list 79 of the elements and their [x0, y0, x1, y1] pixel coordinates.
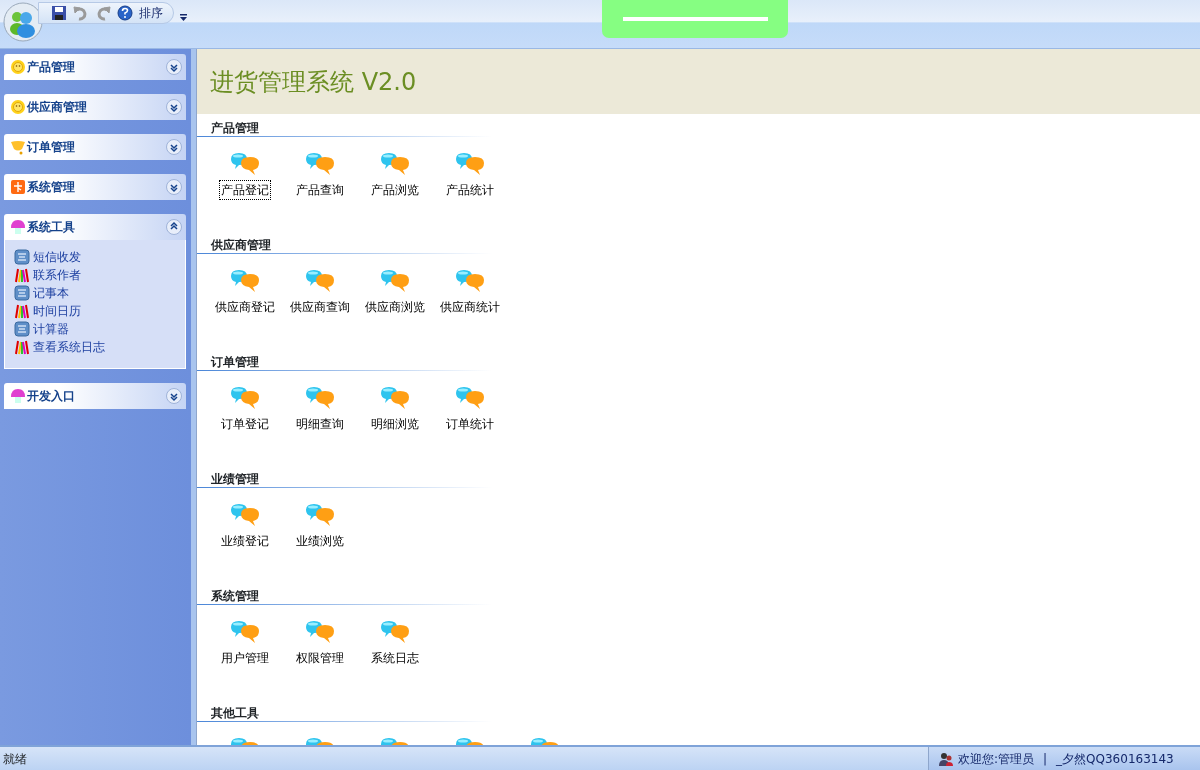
app-shortcut[interactable]: 产品登记 [207, 151, 282, 200]
app-shortcut[interactable]: 订单统计 [432, 385, 507, 434]
section-heading: 业绩管理 [211, 471, 260, 487]
app-shortcut[interactable]: 供应商统计 [432, 268, 507, 317]
sidebar-item[interactable]: 短信收发 [14, 248, 185, 266]
panel-header[interactable]: 系统管理 [4, 174, 186, 200]
customize-dropdown-icon[interactable] [180, 13, 187, 22]
section-heading: 系统管理 [211, 588, 260, 604]
color-bars-icon [14, 303, 30, 319]
chat-bubbles-icon [453, 151, 486, 177]
app-shortcut[interactable]: 系统日志 [357, 619, 432, 668]
app-title: 进货管理系统 V2.0 [210, 66, 417, 98]
sort-button[interactable]: 排序 [139, 4, 163, 22]
panel-header[interactable]: 系统工具 [4, 214, 186, 240]
chat-bubbles-icon [228, 151, 261, 177]
app-shortcut[interactable]: 订单登记 [207, 385, 282, 434]
users-icon [939, 751, 953, 766]
chat-bubbles-icon [378, 385, 411, 411]
app-shortcut[interactable]: 明细查询 [282, 385, 357, 434]
color-bars-icon [14, 339, 30, 355]
app-shortcut[interactable]: 业绩登记 [207, 502, 282, 551]
app-shortcut[interactable]: 供应商浏览 [357, 268, 432, 317]
mushroom-icon [10, 219, 26, 235]
chat-bubbles-icon [228, 502, 261, 528]
sidebar-item[interactable]: 记事本 [14, 284, 185, 302]
help-icon[interactable] [117, 5, 133, 21]
color-bars-icon [14, 267, 30, 283]
sidebar-item[interactable]: 时间日历 [14, 302, 185, 320]
section-heading: 订单管理 [211, 354, 260, 370]
app-shortcut[interactable]: 明细浏览 [357, 385, 432, 434]
mushroom-icon [10, 388, 26, 404]
app-shortcut[interactable]: 产品统计 [432, 151, 507, 200]
save-icon[interactable] [51, 5, 67, 21]
app-shortcut[interactable]: 业绩浏览 [282, 502, 357, 551]
chat-bubbles-icon [303, 385, 336, 411]
tool-icon [14, 321, 30, 337]
sidebar-item[interactable]: 查看系统日志 [14, 338, 185, 356]
chat-bubbles-icon [303, 151, 336, 177]
app-shortcut[interactable]: 供应商登记 [207, 268, 282, 317]
app-shortcut[interactable]: 用户管理 [207, 619, 282, 668]
app-shortcut[interactable]: 产品浏览 [357, 151, 432, 200]
tool-icon [14, 285, 30, 301]
bell-icon [10, 139, 26, 155]
chat-bubbles-icon [453, 268, 486, 294]
panel-header[interactable]: 开发入口 [4, 383, 186, 409]
chat-bubbles-icon [303, 268, 336, 294]
app-shortcut[interactable]: 供应商查询 [282, 268, 357, 317]
panel-header[interactable]: 供应商管理 [4, 94, 186, 120]
expand-icon[interactable] [166, 139, 182, 155]
collapse-icon[interactable] [166, 219, 182, 235]
chat-bubbles-icon [228, 385, 261, 411]
status-text: 就绪 [2, 750, 28, 768]
section-heading: 产品管理 [211, 120, 260, 136]
chat-bubbles-icon [303, 619, 336, 645]
app-logo-icon[interactable] [3, 2, 43, 42]
chat-bubbles-icon [378, 268, 411, 294]
sidebar-item[interactable]: 计算器 [14, 320, 185, 338]
panel-header[interactable]: 订单管理 [4, 134, 186, 160]
chat-bubbles-icon [378, 619, 411, 645]
author-text: _夕然QQ360163143 [1056, 750, 1174, 768]
app-shortcut[interactable]: 产品查询 [282, 151, 357, 200]
expand-icon[interactable] [166, 59, 182, 75]
app-shortcut[interactable]: 权限管理 [282, 619, 357, 668]
chat-bubbles-icon [303, 502, 336, 528]
sidebar-item[interactable]: 联系作者 [14, 266, 185, 284]
expand-icon[interactable] [166, 99, 182, 115]
welcome-text: 欢迎您:管理员 [958, 750, 1035, 768]
expand-icon[interactable] [166, 388, 182, 404]
chat-bubbles-icon [228, 619, 261, 645]
card-icon [10, 179, 26, 195]
chat-bubbles-icon [378, 151, 411, 177]
panel-header[interactable]: 产品管理 [4, 54, 186, 80]
chat-bubbles-icon [228, 268, 261, 294]
chat-bubbles-icon [453, 385, 486, 411]
section-heading: 供应商管理 [211, 237, 272, 253]
tool-icon [14, 249, 30, 265]
expand-icon[interactable] [166, 179, 182, 195]
section-heading: 其他工具 [211, 705, 260, 721]
separator-text: | [1043, 750, 1048, 768]
